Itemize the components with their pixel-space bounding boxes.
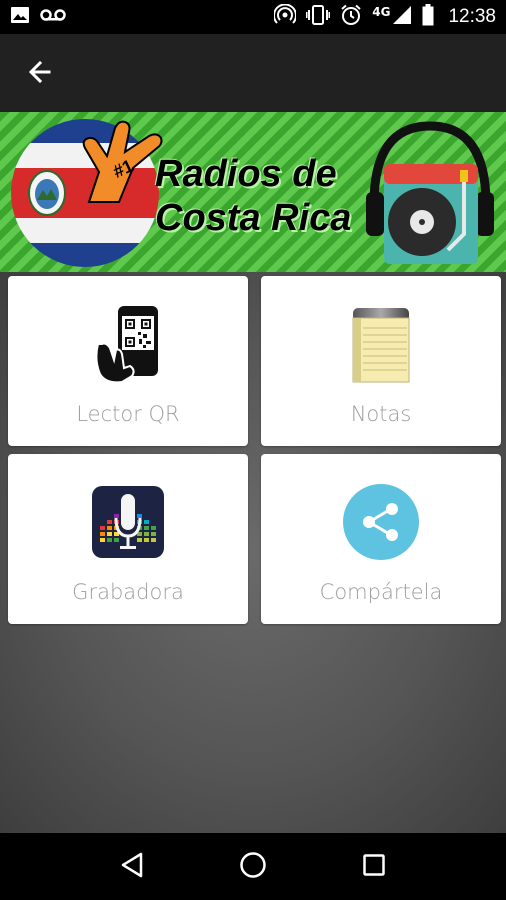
menu-item-compartela[interactable]: Compártela	[261, 454, 501, 624]
clock: 12:38	[448, 6, 496, 27]
image-icon	[10, 5, 30, 29]
home-circle-icon	[239, 851, 267, 883]
banner-title-line1: Radios de	[155, 153, 337, 195]
qr-reader-icon	[95, 306, 158, 384]
recorder-icon	[92, 486, 164, 558]
header-banner: #1 Radios de Costa Rica	[0, 112, 506, 272]
menu-item-label: Compártela	[319, 580, 443, 604]
battery-icon	[422, 4, 434, 30]
menu-area: Lector QR Notas Grabadora Compártela	[0, 272, 506, 833]
menu-item-label: Notas	[350, 402, 412, 426]
notes-icon	[352, 308, 410, 383]
menu-item-notas[interactable]: Notas	[261, 276, 501, 446]
arrow-left-icon	[27, 59, 53, 89]
system-nav-bar	[0, 833, 506, 900]
hotspot-icon	[273, 3, 298, 30]
nav-recents-button[interactable]	[354, 847, 394, 887]
menu-item-label: Lector QR	[76, 402, 180, 426]
status-bar: 4G 12:38	[0, 0, 506, 34]
network-type: 4G	[372, 5, 391, 19]
recents-square-icon	[362, 853, 386, 881]
menu-item-grabadora[interactable]: Grabadora	[8, 454, 248, 624]
signal-icon	[392, 5, 412, 29]
banner-title-line2: Costa Rica	[155, 197, 352, 239]
menu-item-label: Grabadora	[72, 580, 184, 604]
vibrate-icon	[305, 4, 331, 30]
app-bar	[0, 34, 506, 112]
alarm-icon	[340, 4, 362, 30]
menu-item-lector-qr[interactable]: Lector QR	[8, 276, 248, 446]
voicemail-icon	[40, 7, 66, 27]
nav-back-button[interactable]	[112, 847, 152, 887]
back-triangle-icon	[120, 852, 144, 882]
back-button[interactable]	[20, 54, 60, 94]
nav-home-button[interactable]	[233, 847, 273, 887]
share-icon	[343, 484, 419, 560]
turntable-icon	[366, 121, 494, 264]
banner-title: Radios de Costa Rica	[155, 152, 351, 240]
